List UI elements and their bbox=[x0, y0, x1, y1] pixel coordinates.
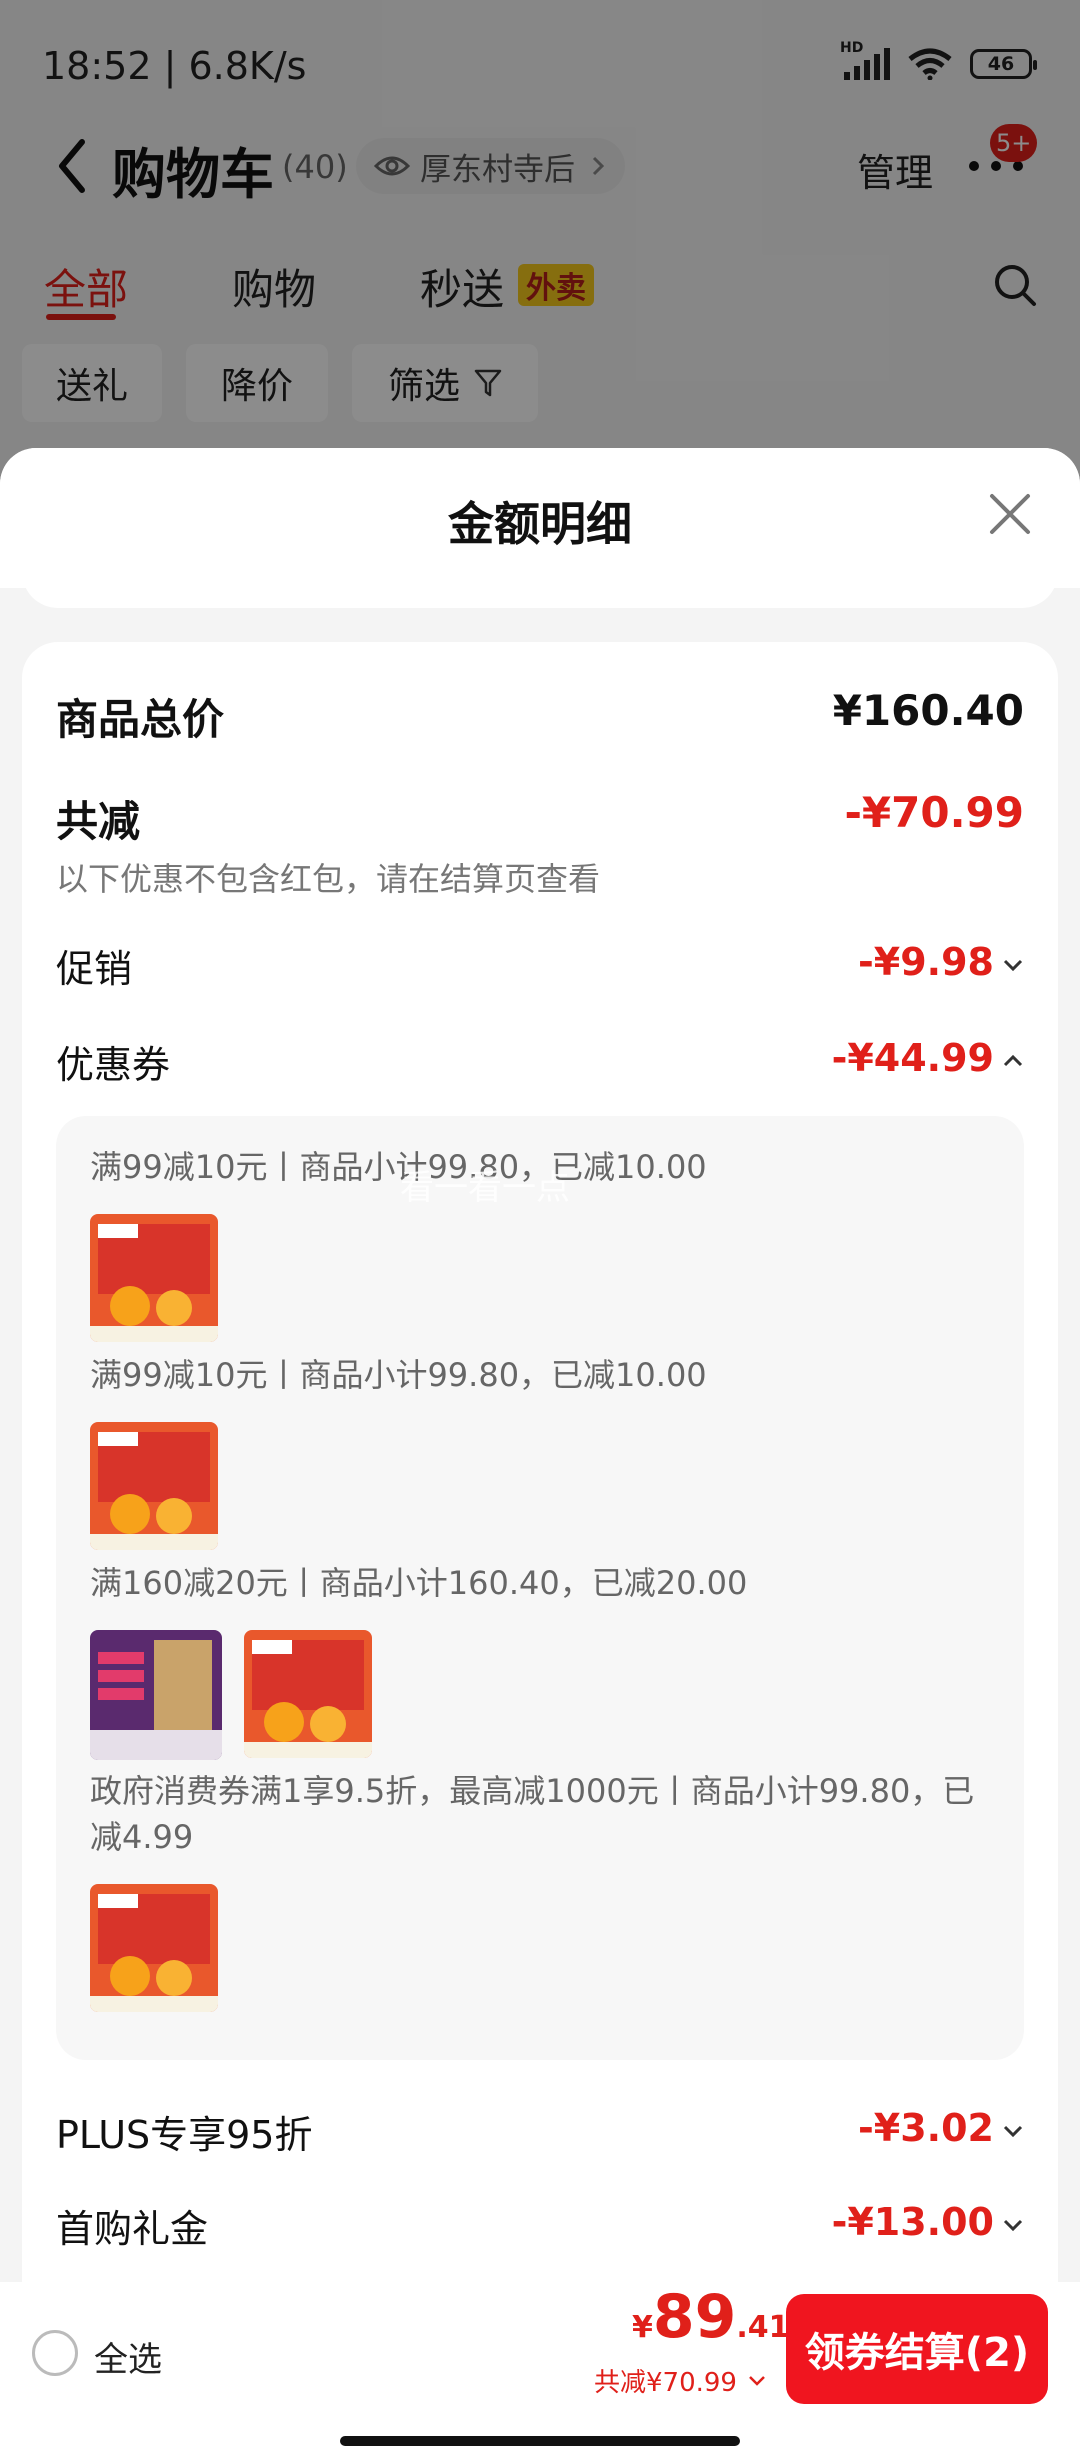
amount-detail-sheet: 金额明细 商品总价 ¥160.40 共减 -¥70.99 以下优惠不包含红包，请… bbox=[0, 448, 1080, 2460]
product-thumbnail-orange[interactable] bbox=[244, 1630, 372, 1758]
coupon-line: 政府消费券满1享9.5折，最高减1000元丨商品小计99.80，已减4.99 bbox=[90, 1772, 975, 1856]
select-all-radio[interactable] bbox=[32, 2330, 78, 2376]
chevron-up-icon bbox=[1003, 1054, 1023, 1066]
chevron-down-icon bbox=[749, 2375, 765, 2386]
total-price: ¥89.41 bbox=[632, 2282, 790, 2352]
checkout-button[interactable]: 领券结算(2) bbox=[786, 2294, 1048, 2404]
product-thumbnail-orange[interactable] bbox=[90, 1422, 218, 1550]
plus-row-toggle[interactable]: -¥3.02 bbox=[858, 2106, 1024, 2150]
saved-amount: 共减¥70.99 bbox=[594, 2368, 737, 2398]
coupon-line: 满99减10元丨商品小计99.80，已减10.00 bbox=[90, 1356, 707, 1394]
price-decimal: .41 bbox=[736, 2310, 790, 2345]
chevron-down-icon bbox=[1003, 2219, 1023, 2231]
product-thumbnail-orange[interactable] bbox=[90, 1214, 218, 1342]
first-buy-value: -¥13.00 bbox=[831, 2200, 994, 2244]
reduce-label: 共减 bbox=[56, 797, 141, 846]
plus-value: -¥3.02 bbox=[858, 2106, 994, 2150]
coupon-detail-box: 满99减10元丨商品小计99.80，已减10.00 满99减10元丨商品小计99… bbox=[56, 1116, 1024, 2060]
product-thumbnail-tea[interactable] bbox=[90, 1630, 222, 1760]
amount-card: 商品总价 ¥160.40 共减 -¥70.99 以下优惠不包含红包，请在结算页查… bbox=[22, 642, 1058, 2402]
promo-row-toggle[interactable]: -¥9.98 bbox=[858, 940, 1024, 984]
coupon-row-toggle[interactable]: -¥44.99 bbox=[832, 1036, 1024, 1080]
coupon-label: 优惠券 bbox=[56, 1043, 171, 1087]
coupon-value: -¥44.99 bbox=[831, 1036, 994, 1080]
close-icon[interactable] bbox=[986, 490, 1034, 538]
home-indicator[interactable] bbox=[340, 2436, 740, 2446]
total-value: ¥160.40 bbox=[832, 686, 1024, 735]
chevron-down-icon bbox=[1003, 2125, 1023, 2137]
previous-card-edge bbox=[22, 568, 1058, 608]
first-buy-row-toggle[interactable]: -¥13.00 bbox=[832, 2200, 1024, 2244]
select-all-label[interactable]: 全选 bbox=[94, 2332, 162, 2381]
watermark: 看一看一点 bbox=[400, 1168, 570, 1208]
product-thumbnail-orange[interactable] bbox=[90, 1884, 218, 2012]
plus-label: PLUS专享95折 bbox=[56, 2113, 313, 2157]
promo-value: -¥9.98 bbox=[858, 940, 994, 984]
reduce-note: 以下优惠不包含红包，请在结算页查看 bbox=[56, 860, 601, 898]
total-label: 商品总价 bbox=[56, 695, 225, 744]
first-buy-label: 首购礼金 bbox=[56, 2207, 209, 2251]
price-integer: 89 bbox=[652, 2282, 737, 2352]
sheet-header: 金额明细 bbox=[0, 448, 1080, 588]
saved-amount-toggle[interactable]: 共减¥70.99 bbox=[594, 2362, 767, 2399]
reduce-value: -¥70.99 bbox=[844, 788, 1024, 837]
sheet-title: 金额明细 bbox=[448, 497, 632, 551]
chevron-down-icon bbox=[1003, 959, 1023, 971]
promo-label: 促销 bbox=[56, 947, 133, 991]
coupon-line: 满160减20元丨商品小计160.40，已减20.00 bbox=[90, 1564, 748, 1602]
price-currency: ¥ bbox=[632, 2310, 653, 2345]
